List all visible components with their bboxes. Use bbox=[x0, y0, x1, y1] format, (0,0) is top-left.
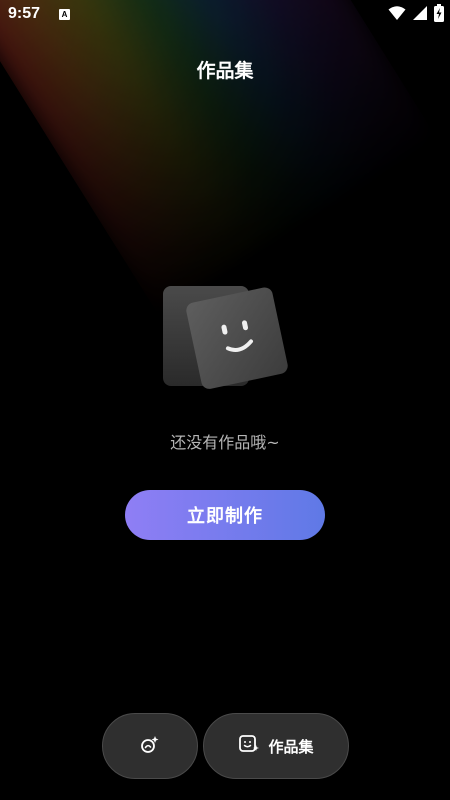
empty-state-message: 还没有作品哦~ bbox=[170, 433, 280, 452]
battery-icon bbox=[434, 4, 444, 26]
gallery-tab-label: 作品集 bbox=[268, 737, 314, 756]
create-now-button[interactable]: 立即制作 bbox=[125, 490, 325, 540]
status-bar: 9:57 A bbox=[0, 0, 450, 30]
rainbow-background bbox=[0, 0, 443, 323]
creation-icon bbox=[139, 733, 161, 759]
gallery-icon bbox=[238, 733, 260, 759]
gallery-tab-button[interactable]: 作品集 bbox=[203, 713, 349, 779]
smiley-cards-icon bbox=[160, 282, 290, 392]
create-tab-button[interactable] bbox=[102, 713, 198, 779]
wifi-icon bbox=[388, 5, 406, 25]
notification-icon: A bbox=[59, 9, 70, 20]
page-title: 作品集 bbox=[196, 60, 254, 82]
signal-icon bbox=[412, 5, 428, 25]
status-time: 9:57 bbox=[8, 5, 41, 22]
status-icons bbox=[388, 4, 444, 26]
